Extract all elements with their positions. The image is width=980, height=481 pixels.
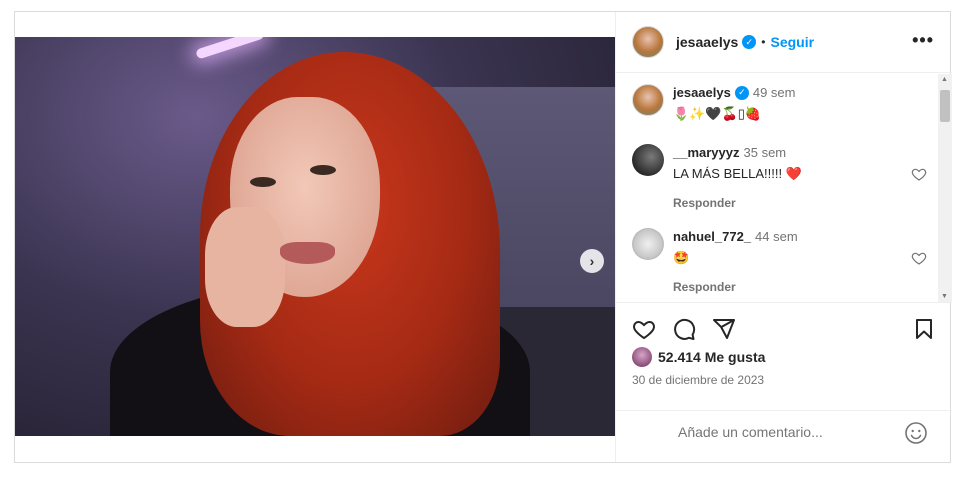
reply-button[interactable]: Responder bbox=[673, 196, 903, 210]
caption-avatar[interactable] bbox=[632, 84, 664, 116]
carousel-next-button[interactable]: › bbox=[580, 249, 604, 273]
comments-list[interactable]: jesaaelys ✓ 49 sem 🌷✨🖤🍒▯🍓 __maryyyz 35 sem … bbox=[616, 74, 952, 302]
comment-text: LA MÁS BELLA!!!!! ❤️ bbox=[673, 166, 802, 181]
add-comment-bar bbox=[616, 410, 952, 453]
comment-like-heart-icon[interactable] bbox=[911, 166, 927, 182]
bookmark-icon[interactable] bbox=[912, 317, 936, 341]
post-date[interactable]: 30 de diciembre de 2023 bbox=[632, 373, 764, 387]
heart-icon[interactable] bbox=[632, 317, 656, 341]
share-icon[interactable] bbox=[712, 317, 736, 341]
commenter-avatar[interactable] bbox=[632, 228, 664, 260]
caption-text: 🌷✨🖤🍒▯🍓 bbox=[673, 106, 762, 121]
comment-time[interactable]: 35 sem bbox=[744, 145, 787, 160]
likes-summary: 52.414 Me gusta bbox=[632, 347, 765, 367]
more-options-icon[interactable]: ••• bbox=[912, 30, 934, 51]
post-header: jesaaelys ✓ • Seguir ••• bbox=[616, 12, 952, 73]
author-avatar[interactable] bbox=[632, 26, 664, 58]
separator-dot: • bbox=[761, 35, 766, 49]
post-image[interactable]: › bbox=[15, 37, 615, 436]
verified-badge-icon: ✓ bbox=[734, 85, 749, 100]
verified-badge-icon: ✓ bbox=[742, 35, 757, 49]
scroll-up-arrow-icon[interactable]: ▲ bbox=[941, 76, 948, 83]
emoji-icon[interactable] bbox=[904, 421, 928, 445]
caption-username[interactable]: jesaaelys bbox=[673, 85, 731, 100]
scrollbar-thumb[interactable] bbox=[940, 90, 950, 122]
action-bar bbox=[616, 302, 952, 342]
post-sidebar: jesaaelys ✓ • Seguir ••• jesaaelys ✓ 49 se… bbox=[615, 12, 952, 462]
follow-button[interactable]: Seguir bbox=[771, 34, 815, 50]
comment-like-heart-icon[interactable] bbox=[911, 250, 927, 266]
comment-input[interactable] bbox=[678, 424, 898, 440]
comment-time[interactable]: 44 sem bbox=[755, 229, 798, 244]
likes-count[interactable]: 52.414 Me gusta bbox=[658, 349, 765, 365]
comment-icon[interactable] bbox=[672, 317, 696, 341]
comment-username[interactable]: nahuel_772_ bbox=[673, 229, 751, 244]
comment-username[interactable]: __maryyyz bbox=[673, 145, 740, 160]
comments-scrollbar[interactable]: ▲ ▼ bbox=[938, 74, 952, 302]
comment-text: 🤩 bbox=[673, 250, 690, 265]
commenter-avatar[interactable] bbox=[632, 144, 664, 176]
post-container: › jesaaelys ✓ • Seguir ••• jesaaelys ✓ 49 … bbox=[14, 11, 952, 463]
author-username[interactable]: jesaaelys bbox=[676, 34, 738, 50]
liker-avatar[interactable] bbox=[632, 347, 652, 367]
scroll-down-arrow-icon[interactable]: ▼ bbox=[941, 293, 948, 300]
reply-button[interactable]: Responder bbox=[673, 280, 903, 294]
caption-time[interactable]: 49 sem bbox=[753, 85, 796, 100]
